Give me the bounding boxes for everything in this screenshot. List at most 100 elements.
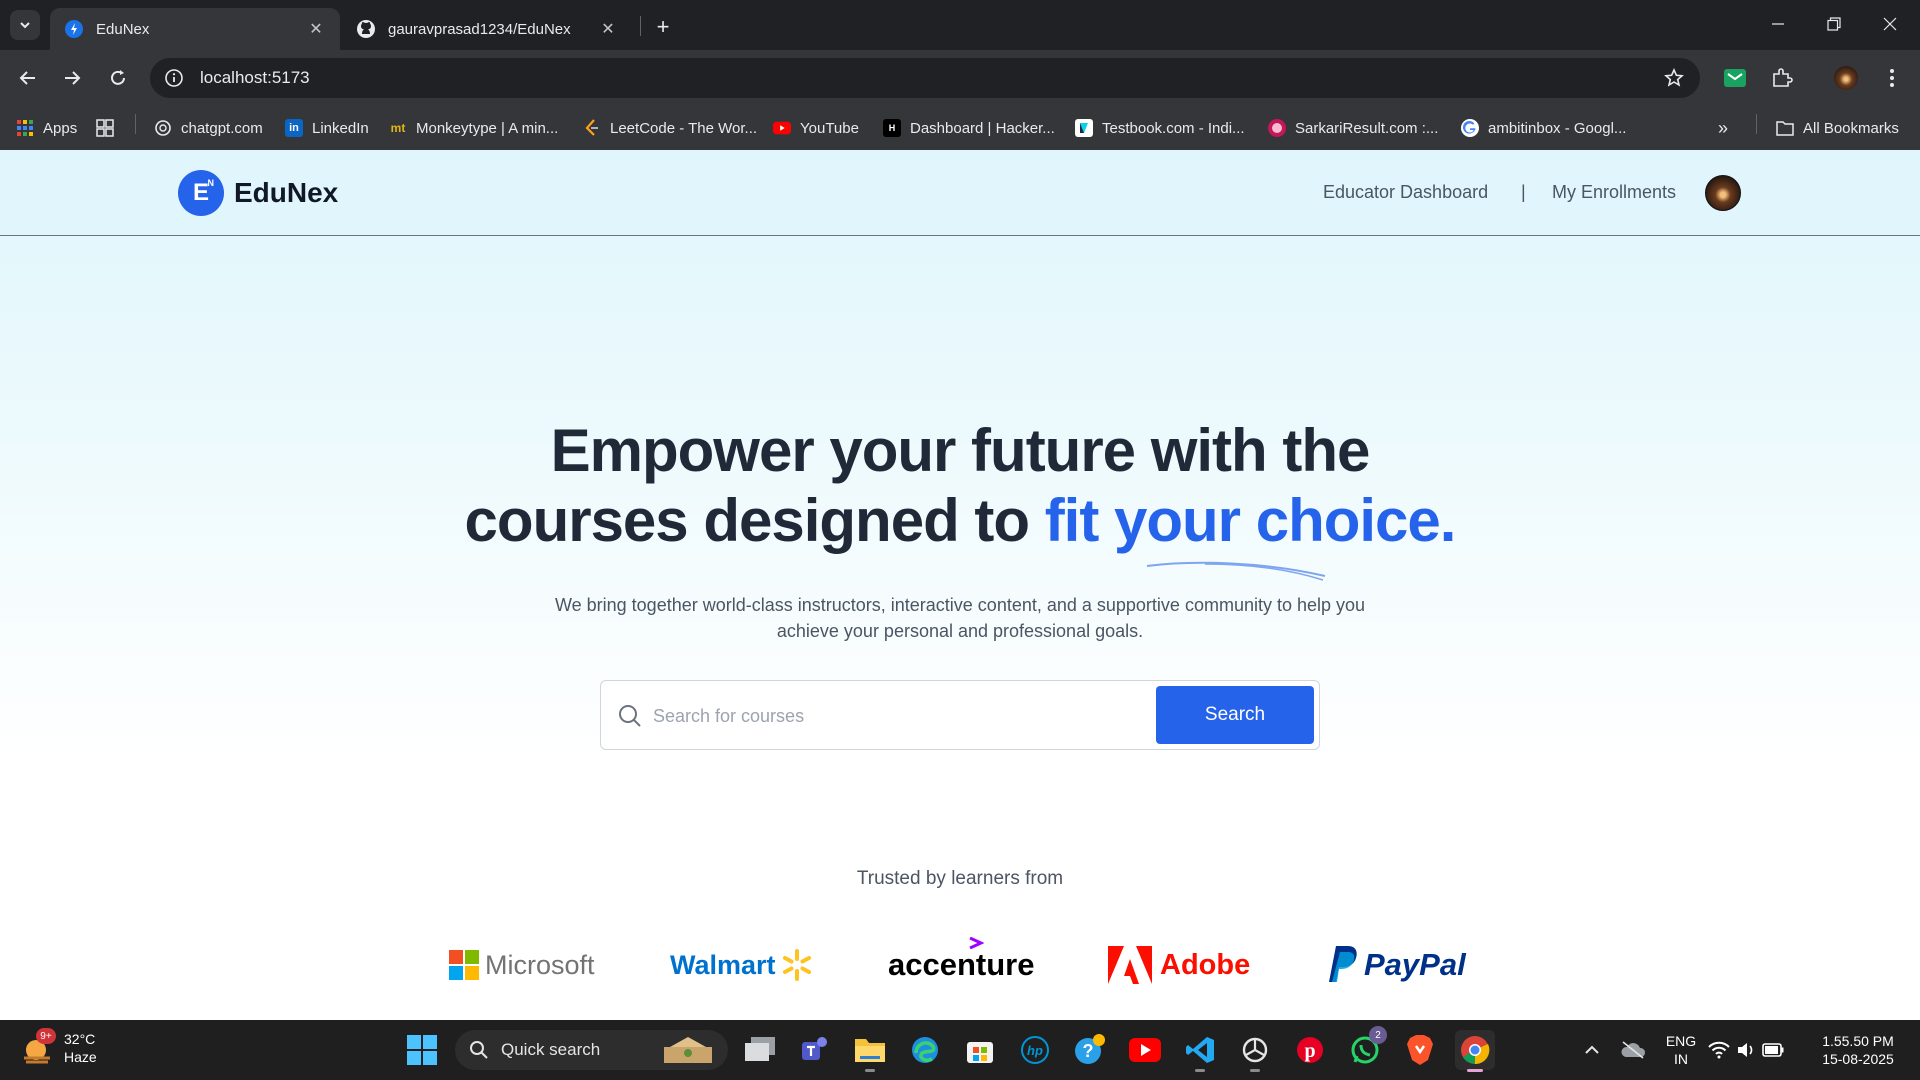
bookmark-label: SarkariResult.com :... — [1295, 119, 1439, 137]
taskbar-hp[interactable]: hp — [1015, 1030, 1055, 1070]
taskbar-brave[interactable] — [1400, 1030, 1440, 1070]
bookmark-label: Dashboard | Hacker... — [910, 119, 1055, 137]
close-icon[interactable]: ✕ — [598, 19, 618, 39]
store-icon — [967, 1042, 993, 1063]
brand-accenture: accenture — [888, 937, 1034, 988]
taskbar-search[interactable]: Quick search — [455, 1030, 728, 1070]
apps-grid-icon — [16, 119, 34, 137]
bookmark-hackerrank[interactable]: H Dashboard | Hacker... — [883, 116, 1055, 140]
brand-adobe: Adobe — [1108, 942, 1250, 988]
taskbar-chrome[interactable] — [1455, 1030, 1495, 1072]
windows-taskbar: 9+ 32°C Haze Quick search hp ? p 2 ENG I… — [0, 1020, 1920, 1080]
page-viewport: E N EduNex Educator Dashboard | My Enrol… — [0, 150, 1920, 1020]
close-icon[interactable]: ✕ — [306, 19, 326, 39]
nav-educator-dashboard[interactable]: Educator Dashboard — [1323, 182, 1488, 203]
windows-start-button[interactable] — [402, 1030, 442, 1070]
tab-groups-button[interactable] — [96, 116, 123, 140]
leetcode-icon — [583, 119, 601, 137]
quick-settings[interactable] — [1706, 1030, 1786, 1070]
bookmark-apps[interactable]: Apps — [16, 116, 77, 140]
volume-icon — [1738, 1043, 1753, 1057]
profile-avatar[interactable] — [1834, 66, 1858, 90]
search-icon — [619, 705, 641, 727]
forward-button[interactable] — [54, 60, 90, 96]
logo-mark-sup: N — [207, 178, 215, 188]
weather-sun-icon: 9+ — [20, 1028, 56, 1066]
folder-icon — [1776, 119, 1794, 137]
back-button[interactable] — [10, 60, 46, 96]
pinterest-icon: p — [1297, 1037, 1323, 1063]
sarkariresult-icon — [1268, 119, 1286, 137]
site-logo[interactable]: E N EduNex — [178, 170, 338, 216]
logo-text: EduNex — [234, 177, 339, 208]
tray-overflow-chevron-icon[interactable] — [1572, 1030, 1612, 1070]
bookmark-youtube[interactable]: YouTube — [773, 116, 859, 140]
language-indicator[interactable]: ENG IN — [1660, 1032, 1702, 1068]
youtube-icon — [1129, 1038, 1161, 1062]
site-info-icon[interactable] — [162, 66, 186, 90]
bookmark-leetcode[interactable]: LeetCode - The Wor... — [583, 116, 757, 140]
minimize-button[interactable] — [1750, 0, 1806, 48]
github-icon — [356, 19, 376, 39]
bookmark-testbook[interactable]: Testbook.com - Indi... — [1075, 116, 1245, 140]
taskbar-whatsapp[interactable]: 2 — [1345, 1026, 1387, 1070]
language-line1: ENG — [1665, 1033, 1697, 1049]
weather-temp: 32°C — [64, 1031, 96, 1047]
tab-github[interactable]: gauravprasad1234/EduNex ✕ — [342, 8, 632, 50]
taskbar-vscode[interactable] — [1180, 1030, 1220, 1072]
taskbar-help[interactable]: ? — [1070, 1030, 1110, 1070]
search-icon — [470, 1041, 488, 1059]
nav-my-enrollments[interactable]: My Enrollments — [1552, 182, 1676, 203]
taskbar-teams[interactable] — [795, 1030, 835, 1070]
bookmark-linkedin[interactable]: in LinkedIn — [285, 116, 369, 140]
restore-icon — [1827, 17, 1841, 31]
extensions-puzzle-icon[interactable] — [1770, 66, 1794, 90]
menu-kebab-icon[interactable] — [1880, 66, 1904, 90]
new-tab-button[interactable]: + — [648, 12, 678, 42]
bookmark-label: Monkeytype | A min... — [416, 119, 559, 137]
bookmark-monkeytype[interactable]: mt Monkeytype | A min... — [389, 116, 559, 140]
taskbar-pinterest[interactable]: p — [1290, 1030, 1330, 1070]
restore-button[interactable] — [1806, 0, 1862, 48]
teams-icon — [802, 1037, 827, 1060]
user-avatar[interactable] — [1705, 175, 1741, 211]
language-line2: IN — [1674, 1051, 1688, 1067]
svg-text:?: ? — [1083, 1041, 1094, 1061]
clock-date: 15-08-2025 — [1822, 1051, 1894, 1067]
bookmark-star-icon[interactable] — [1662, 66, 1686, 90]
taskbar-task-view[interactable] — [740, 1030, 780, 1070]
arrow-right-icon — [65, 71, 81, 85]
tab-edunex[interactable]: EduNex ✕ — [50, 8, 340, 50]
url-input[interactable] — [200, 68, 1600, 88]
taskbar-edge[interactable] — [905, 1030, 945, 1070]
onedrive-offline-icon[interactable] — [1613, 1030, 1653, 1070]
bookmark-label: chatgpt.com — [181, 119, 263, 137]
taskbar-store[interactable] — [960, 1030, 1000, 1070]
edunex-favicon-icon — [64, 19, 84, 39]
brand-paypal: PayPal — [1328, 942, 1466, 988]
more-bookmarks-chevron-icon[interactable]: » — [1718, 116, 1728, 140]
taskbar-chatgpt[interactable] — [1235, 1030, 1275, 1072]
bookmark-ambitionbox[interactable]: ambitinbox - Googl... — [1461, 116, 1626, 140]
whatsapp-badge: 2 — [1369, 1026, 1387, 1044]
hero-title: Empower your future with the courses des… — [0, 416, 1920, 556]
close-window-button[interactable] — [1862, 0, 1918, 48]
brand-walmart: Walmart — [670, 942, 814, 988]
openai-icon — [1242, 1037, 1268, 1063]
reload-button[interactable] — [100, 60, 136, 96]
taskbar-search-label: Quick search — [501, 1040, 601, 1059]
hero-title-line1: Empower your future with the — [550, 417, 1371, 484]
tab-search-button[interactable] — [10, 10, 40, 40]
address-bar[interactable] — [150, 58, 1700, 98]
taskbar-file-explorer[interactable] — [850, 1030, 890, 1072]
search-input[interactable] — [653, 699, 1133, 733]
linkedin-icon: in — [285, 119, 303, 137]
all-bookmarks-folder[interactable]: All Bookmarks — [1776, 116, 1899, 140]
search-button[interactable]: Search — [1156, 686, 1314, 744]
extension-mail-icon[interactable] — [1723, 66, 1747, 90]
taskbar-youtube[interactable] — [1125, 1030, 1165, 1070]
system-clock[interactable]: 1.55.50 PM 15-08-2025 — [1810, 1032, 1906, 1068]
weather-widget[interactable]: 9+ 32°C Haze — [20, 1028, 97, 1066]
bookmark-chatgpt[interactable]: chatgpt.com — [154, 116, 263, 140]
bookmark-sarkariresult[interactable]: SarkariResult.com :... — [1268, 116, 1438, 140]
